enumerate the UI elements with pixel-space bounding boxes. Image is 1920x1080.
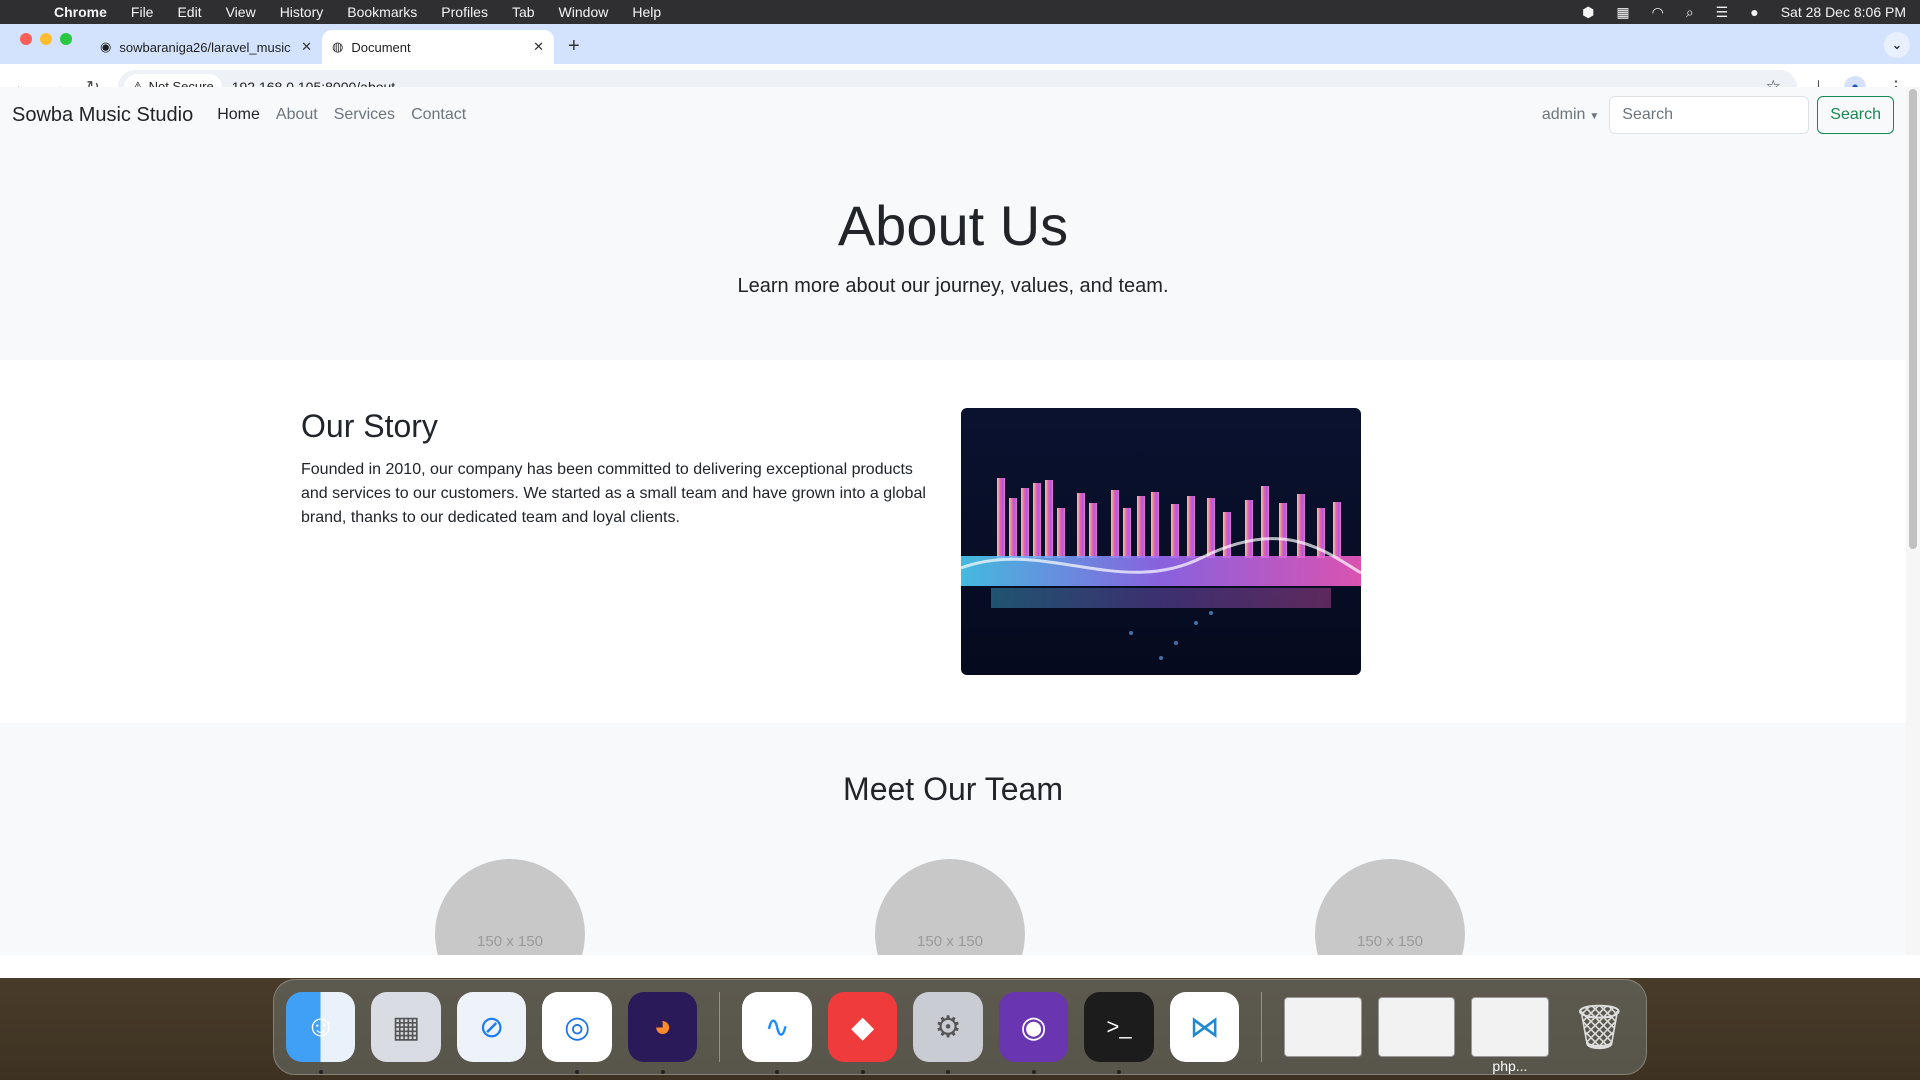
our-story-section: Our Story Founded in 2010, our company h… xyxy=(0,360,1906,723)
menu-file[interactable]: File xyxy=(119,4,166,20)
site-brand[interactable]: Sowba Music Studio xyxy=(12,104,193,127)
nav-about[interactable]: About xyxy=(276,106,318,124)
new-tab-button[interactable]: + xyxy=(568,35,580,58)
close-tab-icon[interactable]: ✕ xyxy=(301,39,312,55)
music-equalizer-image xyxy=(961,408,1361,675)
minimized-window-thumbnail[interactable]: php... xyxy=(1471,997,1549,1074)
github-desktop-icon[interactable]: ◉ xyxy=(998,992,1069,1074)
site-navbar: Sowba Music Studio Home About Services C… xyxy=(0,87,1906,143)
menu-app-name[interactable]: Chrome xyxy=(54,4,119,20)
nav-home[interactable]: Home xyxy=(217,106,260,124)
thumbnail-label: php... xyxy=(1492,1058,1528,1074)
freeform-icon[interactable]: ∿ xyxy=(742,992,812,1074)
terminal-icon[interactable]: >_ xyxy=(1084,992,1154,1074)
minimize-window-button[interactable] xyxy=(40,33,52,45)
close-window-button[interactable] xyxy=(20,33,32,45)
dock-separator xyxy=(1261,992,1263,1062)
wifi-icon[interactable]: ◠ xyxy=(1652,4,1664,21)
zoom-window-button[interactable] xyxy=(60,33,72,45)
menu-edit[interactable]: Edit xyxy=(165,4,213,20)
nav-contact[interactable]: Contact xyxy=(411,106,466,124)
control-center-icon[interactable]: ☰ xyxy=(1716,4,1729,21)
page-scrollbar[interactable] xyxy=(1906,87,1920,955)
story-text: Founded in 2010, our company has been co… xyxy=(301,461,926,526)
team-member-photo: 150 x 150 xyxy=(435,859,585,955)
site-search-button[interactable]: Search xyxy=(1817,96,1894,134)
safari-icon[interactable]: ⊘ xyxy=(456,992,527,1062)
team-section: Meet Our Team 150 x 150 150 x 150 150 x … xyxy=(0,723,1906,955)
tab-document[interactable]: ◍ Document ✕ xyxy=(322,30,554,64)
page-subtitle: Learn more about our journey, values, an… xyxy=(737,274,1169,297)
globe-favicon-icon: ◍ xyxy=(332,39,344,54)
spotlight-search-icon[interactable]: ⌕ xyxy=(1686,4,1694,21)
menu-history[interactable]: History xyxy=(268,4,336,20)
menu-tab[interactable]: Tab xyxy=(500,4,547,20)
tab-github[interactable]: ◉ sowbaraniga26/laravel_music ✕ xyxy=(90,30,322,64)
macos-dock: ☺ ▦ ⊘ ◎ ◕ ∿ ◆ ⚙ ◉ >_ ⋈ php... 🗑 xyxy=(273,979,1647,1075)
cube-icon[interactable]: ⬢ xyxy=(1582,4,1594,21)
team-heading: Meet Our Team xyxy=(843,771,1063,807)
menu-profiles[interactable]: Profiles xyxy=(429,4,500,20)
dock-separator xyxy=(719,992,721,1062)
minimized-window-thumbnail[interactable] xyxy=(1377,997,1456,1057)
hero-section: About Us Learn more about our journey, v… xyxy=(0,143,1906,360)
vscode-icon[interactable]: ⋈ xyxy=(1169,992,1240,1062)
launchpad-icon[interactable]: ▦ xyxy=(371,992,441,1062)
firefox-icon[interactable]: ◕ xyxy=(627,992,698,1074)
caret-down-icon: ▼ xyxy=(1589,111,1600,122)
navbar-right: admin ▼ Search xyxy=(1542,96,1894,134)
anydesk-icon[interactable]: ◆ xyxy=(827,992,898,1074)
tab-title: Document xyxy=(351,39,411,55)
github-favicon-icon: ◉ xyxy=(100,39,112,54)
nav-services[interactable]: Services xyxy=(334,106,395,124)
tab-search-chevron-icon[interactable]: ⌄ xyxy=(1884,32,1910,58)
macos-menubar: Chrome File Edit View History Bookmarks … xyxy=(0,0,1920,24)
menu-bookmarks[interactable]: Bookmarks xyxy=(335,4,429,20)
page-title: About Us xyxy=(837,194,1069,257)
minimized-window-thumbnail[interactable] xyxy=(1284,997,1362,1057)
page-viewport: Sowba Music Studio Home About Services C… xyxy=(0,87,1906,955)
siri-icon[interactable]: ● xyxy=(1750,4,1758,20)
team-member-photo: 150 x 150 xyxy=(875,859,1025,955)
menu-view[interactable]: View xyxy=(214,4,268,20)
menubar-clock[interactable]: Sat 28 Dec 8:06 PM xyxy=(1781,4,1906,20)
tab-strip: ◉ sowbaraniga26/laravel_music ✕ ◍ Docume… xyxy=(0,24,1920,64)
user-dropdown[interactable]: admin ▼ xyxy=(1542,106,1599,124)
menu-window[interactable]: Window xyxy=(547,4,621,20)
scrollbar-thumb[interactable] xyxy=(1909,89,1917,549)
site-search-input[interactable] xyxy=(1609,96,1810,134)
close-tab-icon[interactable]: ✕ xyxy=(533,39,544,55)
menu-help[interactable]: Help xyxy=(620,4,673,20)
user-name: admin xyxy=(1541,106,1586,123)
chrome-icon[interactable]: ◎ xyxy=(542,992,612,1074)
team-member-photo: 150 x 150 xyxy=(1315,859,1465,955)
trash-icon[interactable]: 🗑 xyxy=(1565,992,1634,1062)
status-area: ⬢ ▦ ◠ ⌕ ☰ ● Sat 28 Dec 8:06 PM xyxy=(1582,4,1920,21)
tab-title: sowbaraniga26/laravel_music xyxy=(119,39,291,55)
story-heading: Our Story xyxy=(301,408,438,444)
keyboard-icon[interactable]: ▦ xyxy=(1616,4,1629,21)
system-settings-icon[interactable]: ⚙ xyxy=(913,992,983,1074)
finder-icon[interactable]: ☺ xyxy=(286,992,356,1074)
window-controls xyxy=(0,33,90,59)
